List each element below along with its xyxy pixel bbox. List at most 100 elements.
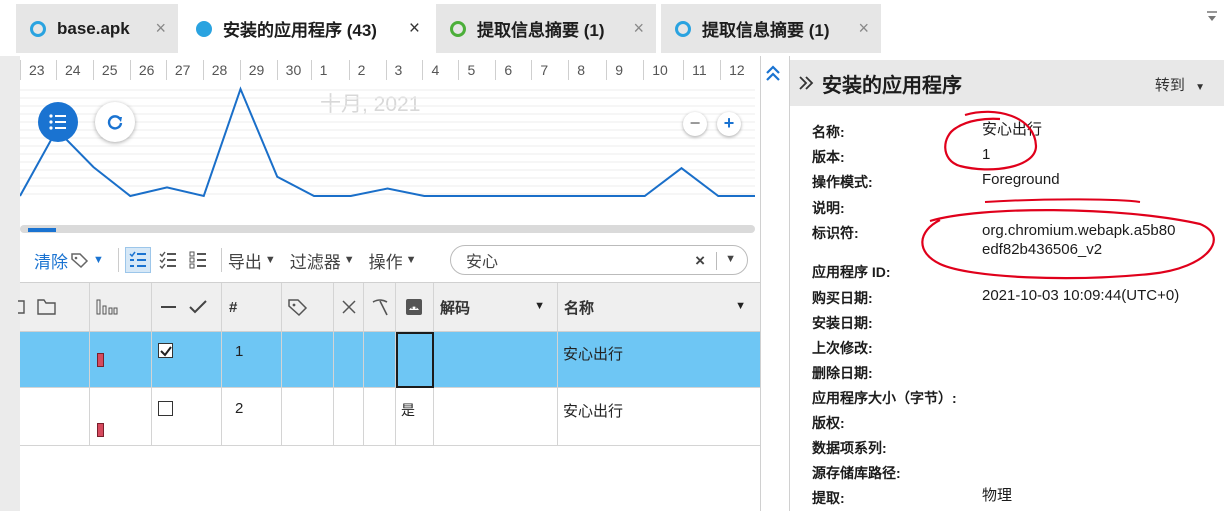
red-tag-icon (97, 353, 104, 367)
property-label: 应用程序 ID: (812, 264, 891, 280)
timeline-day-label: 4 (422, 60, 458, 80)
header-col-android[interactable] (396, 283, 434, 331)
tab-extraction-summary-2[interactable]: 提取信息摘要 (1) × (661, 4, 881, 53)
list-check-view-icon[interactable] (124, 247, 151, 273)
chevron-down-icon: ▼ (264, 254, 276, 266)
clear-button[interactable]: 清除 ▼ (34, 248, 104, 273)
property-label: 提取: (812, 490, 845, 506)
header-col-tag[interactable] (282, 283, 334, 331)
property-label: 名称: (812, 124, 845, 140)
red-tag-icon (97, 423, 104, 437)
tab-label: 提取信息摘要 (1) (477, 21, 605, 40)
property-label: 删除日期: (812, 365, 873, 381)
cell-decode (434, 332, 558, 387)
timeline-day-label: 6 (495, 60, 531, 80)
timeline-day-label: 28 (202, 60, 240, 80)
tab-label: base.apk (57, 18, 130, 38)
property-value: 安心出行 (982, 121, 1043, 138)
cell-name: 安心出行 (558, 388, 760, 445)
property-value: org.chromium.webapk.a5b80 (982, 222, 1176, 239)
cell-tag (282, 388, 334, 445)
property-label: 源存储库路径: (812, 465, 901, 481)
row-number: 1 (235, 343, 244, 360)
search-input[interactable]: 安心 × ▼ (450, 245, 748, 275)
timeline-chart[interactable] (20, 80, 755, 222)
row-decoded-flag: 是 (401, 402, 415, 418)
chevron-down-icon[interactable]: ▼ (735, 300, 746, 312)
close-icon[interactable]: × (858, 18, 869, 39)
export-label: 导出 (227, 252, 262, 272)
tab-extraction-summary-1[interactable]: 提取信息摘要 (1) × (436, 4, 656, 53)
header-col-number[interactable]: # (222, 283, 282, 331)
table-row[interactable]: 2 是 安心出行 (20, 388, 760, 446)
double-chevron-right-icon[interactable] (798, 75, 814, 91)
bar-chart-icon (96, 299, 118, 315)
zoom-out-button[interactable]: − (683, 112, 707, 136)
table-row[interactable]: 1 安心出行 (20, 332, 760, 388)
header-col-check[interactable] (152, 283, 222, 331)
tab-installed-apps[interactable]: 安装的应用程序 (43) × (182, 4, 432, 53)
scrollbar-thumb[interactable] (28, 228, 56, 232)
timeline-day-label: 27 (165, 60, 203, 80)
panel-splitter[interactable] (760, 56, 788, 511)
circle-icon (196, 20, 212, 37)
refresh-button[interactable] (95, 102, 135, 142)
list-view-button[interactable] (38, 102, 78, 142)
cell-decode (434, 388, 558, 445)
close-icon[interactable]: × (155, 18, 166, 39)
property-label: 数据项系列: (812, 440, 887, 456)
search-value: 安心 (466, 254, 499, 271)
header-col-attachments[interactable] (18, 283, 90, 331)
goto-label: 转到 (1154, 77, 1185, 94)
details-title: 安装的应用程序 (822, 74, 962, 97)
circle-icon (30, 20, 46, 37)
property-label: 标识符: (812, 225, 859, 241)
tab-bar: base.apk × 安装的应用程序 (43) × 提取信息摘要 (1) × 提… (0, 0, 1224, 56)
row-checkbox[interactable] (158, 401, 173, 416)
cell-check[interactable] (152, 332, 222, 387)
search-dropdown-icon[interactable]: ▼ (725, 253, 736, 265)
header-col-bars[interactable] (90, 283, 152, 331)
header-col-deleted[interactable] (334, 283, 364, 331)
chevron-down-icon[interactable]: ▼ (534, 300, 545, 312)
tab-overflow-icon[interactable] (1206, 10, 1218, 22)
folder-icon (18, 299, 56, 315)
filter-label: 过滤器 (289, 252, 341, 272)
header-col-name[interactable]: 名称 ▼ (558, 283, 760, 331)
timeline-scrollbar[interactable] (20, 225, 755, 233)
detail-list-view-icon[interactable] (185, 247, 211, 273)
action-menu[interactable]: 操作 ▼ (369, 248, 417, 273)
tab-base-apk[interactable]: base.apk × (16, 4, 178, 53)
cell-attachments (20, 332, 90, 387)
property-label: 版本: (812, 149, 845, 165)
zoom-in-button[interactable]: + (717, 112, 741, 136)
cell-check[interactable] (152, 388, 222, 445)
row-checkbox[interactable] (158, 343, 173, 358)
details-panel: 安装的应用程序 转到 ▼ 名称: 安心出行 版本: 1 操作模式: Foreground 说… (789, 56, 1224, 511)
header-col-carved[interactable] (364, 283, 396, 331)
property-value: 物理 (982, 487, 1013, 504)
header-col-decode[interactable]: 解码 ▼ (434, 283, 558, 331)
row-name: 安心出行 (563, 403, 624, 420)
cell-android: 是 (396, 388, 434, 445)
checklist-view-icon[interactable] (155, 247, 181, 273)
close-icon[interactable]: × (633, 18, 644, 39)
timeline-day-label: 24 (55, 60, 93, 80)
goto-menu[interactable]: 转到 ▼ (1155, 74, 1205, 95)
collapse-up-icon[interactable] (765, 64, 781, 82)
details-header: 安装的应用程序 转到 ▼ (790, 60, 1224, 106)
row-name: 安心出行 (563, 346, 624, 363)
close-icon[interactable]: × (409, 18, 420, 40)
cell-tag-color (90, 388, 152, 445)
list-icon (49, 114, 66, 130)
search-divider (716, 252, 717, 270)
property-label: 版权: (812, 415, 845, 431)
timeline-day-label: 7 (531, 60, 568, 80)
cell-number: 2 (222, 388, 282, 445)
pickaxe-icon (372, 299, 388, 316)
clear-search-icon[interactable]: × (695, 251, 705, 271)
filter-menu[interactable]: 过滤器 ▼ (290, 248, 355, 273)
tab-label: 安装的应用程序 (43) (223, 21, 377, 40)
export-menu[interactable]: 导出 ▼ (228, 248, 276, 273)
timeline-day-label: 9 (606, 60, 643, 80)
